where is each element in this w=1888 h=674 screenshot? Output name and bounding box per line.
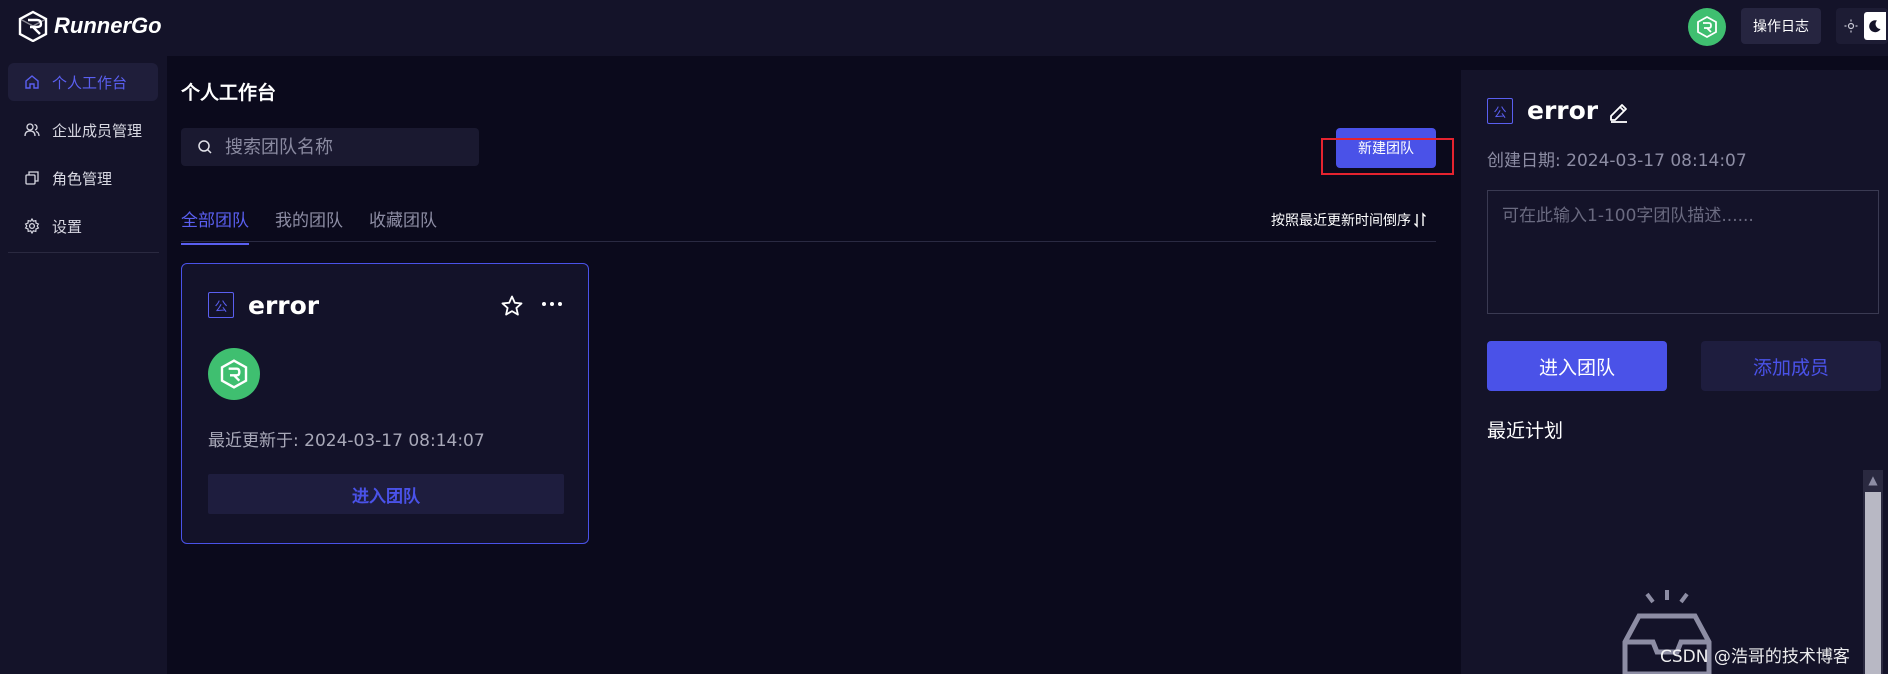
- cube-avatar-icon: [220, 359, 248, 389]
- sidebar: 个人工作台 企业成员管理 角色管理 设置: [0, 56, 167, 674]
- watermark-text: CSDN @浩哥的技术博客: [1660, 647, 1850, 667]
- team-avatar: [208, 348, 260, 400]
- search-icon: [198, 140, 212, 154]
- new-team-button[interactable]: 新建团队: [1336, 128, 1436, 168]
- team-detail-panel: 公 error 创建日期: 2024-03-17 08:14:07 进入团队 添…: [1461, 70, 1888, 674]
- home-icon: [25, 75, 39, 89]
- scrollbar-thumb[interactable]: [1865, 492, 1881, 674]
- gear-icon: [24, 218, 40, 234]
- users-icon: [24, 123, 40, 137]
- sort-label: 按照最近更新时间倒序: [1271, 213, 1411, 229]
- enter-team-button[interactable]: 进入团队: [1487, 341, 1667, 391]
- top-header: RunnerGo 操作日志: [0, 0, 1888, 56]
- sidebar-item-label: 企业成员管理: [52, 121, 143, 140]
- sort-icon: [1414, 212, 1426, 228]
- moon-icon: [1869, 20, 1881, 33]
- add-member-button[interactable]: 添加成员: [1701, 341, 1881, 391]
- sun-icon: [1844, 19, 1858, 33]
- team-search[interactable]: [181, 128, 479, 166]
- sidebar-item-members[interactable]: 企业成员管理: [8, 111, 158, 149]
- team-updated-time: 最近更新于: 2024-03-17 08:14:07: [208, 431, 485, 451]
- team-name: error: [248, 291, 320, 320]
- sidebar-divider: [8, 252, 159, 253]
- sidebar-item-label: 角色管理: [52, 169, 113, 188]
- detail-team-name: error: [1527, 96, 1599, 125]
- page-title: 个人工作台: [181, 82, 277, 104]
- tab-favorite-teams[interactable]: 收藏团队: [369, 206, 437, 245]
- sidebar-item-label: 个人工作台: [52, 73, 128, 92]
- panel-scrollbar[interactable]: ▲: [1863, 470, 1883, 674]
- more-options-icon[interactable]: [538, 292, 566, 316]
- public-tag-icon: 公: [1487, 98, 1513, 124]
- team-tabs: 全部团队 我的团队 收藏团队: [181, 206, 437, 245]
- edit-icon[interactable]: [1607, 100, 1631, 124]
- sidebar-item-label: 设置: [52, 217, 83, 236]
- star-icon[interactable]: [500, 294, 524, 318]
- theme-toggle[interactable]: [1836, 8, 1888, 44]
- app-name: RunnerGo: [54, 13, 162, 38]
- public-tag-icon: 公: [208, 292, 234, 318]
- roles-icon: [25, 171, 39, 185]
- sort-control[interactable]: 按照最近更新时间倒序: [1271, 210, 1427, 230]
- operation-log-button[interactable]: 操作日志: [1741, 8, 1821, 44]
- sidebar-item-workspace[interactable]: 个人工作台: [8, 63, 158, 101]
- card-enter-team-button[interactable]: 进入团队: [208, 474, 564, 514]
- team-description-field[interactable]: [1487, 190, 1879, 314]
- tab-my-teams[interactable]: 我的团队: [275, 206, 343, 245]
- tabs-divider: [181, 241, 1436, 242]
- sidebar-item-settings[interactable]: 设置: [8, 207, 158, 245]
- tab-all-teams[interactable]: 全部团队: [181, 206, 249, 245]
- search-input[interactable]: [225, 136, 465, 158]
- scroll-up-icon[interactable]: ▲: [1863, 470, 1883, 490]
- sidebar-item-roles[interactable]: 角色管理: [8, 159, 158, 197]
- team-card[interactable]: 公 error 最近更新于: 2024-03-17 08:14:07 进入团队: [181, 263, 589, 544]
- team-created-date: 创建日期: 2024-03-17 08:14:07: [1487, 151, 1747, 171]
- runnergo-logo-icon: [18, 10, 48, 42]
- theme-toggle-knob[interactable]: [1864, 12, 1886, 40]
- app-logo[interactable]: RunnerGo: [18, 10, 162, 42]
- user-avatar[interactable]: [1688, 8, 1726, 46]
- cube-avatar-icon: [1697, 15, 1717, 39]
- recent-plans-heading: 最近计划: [1487, 420, 1564, 442]
